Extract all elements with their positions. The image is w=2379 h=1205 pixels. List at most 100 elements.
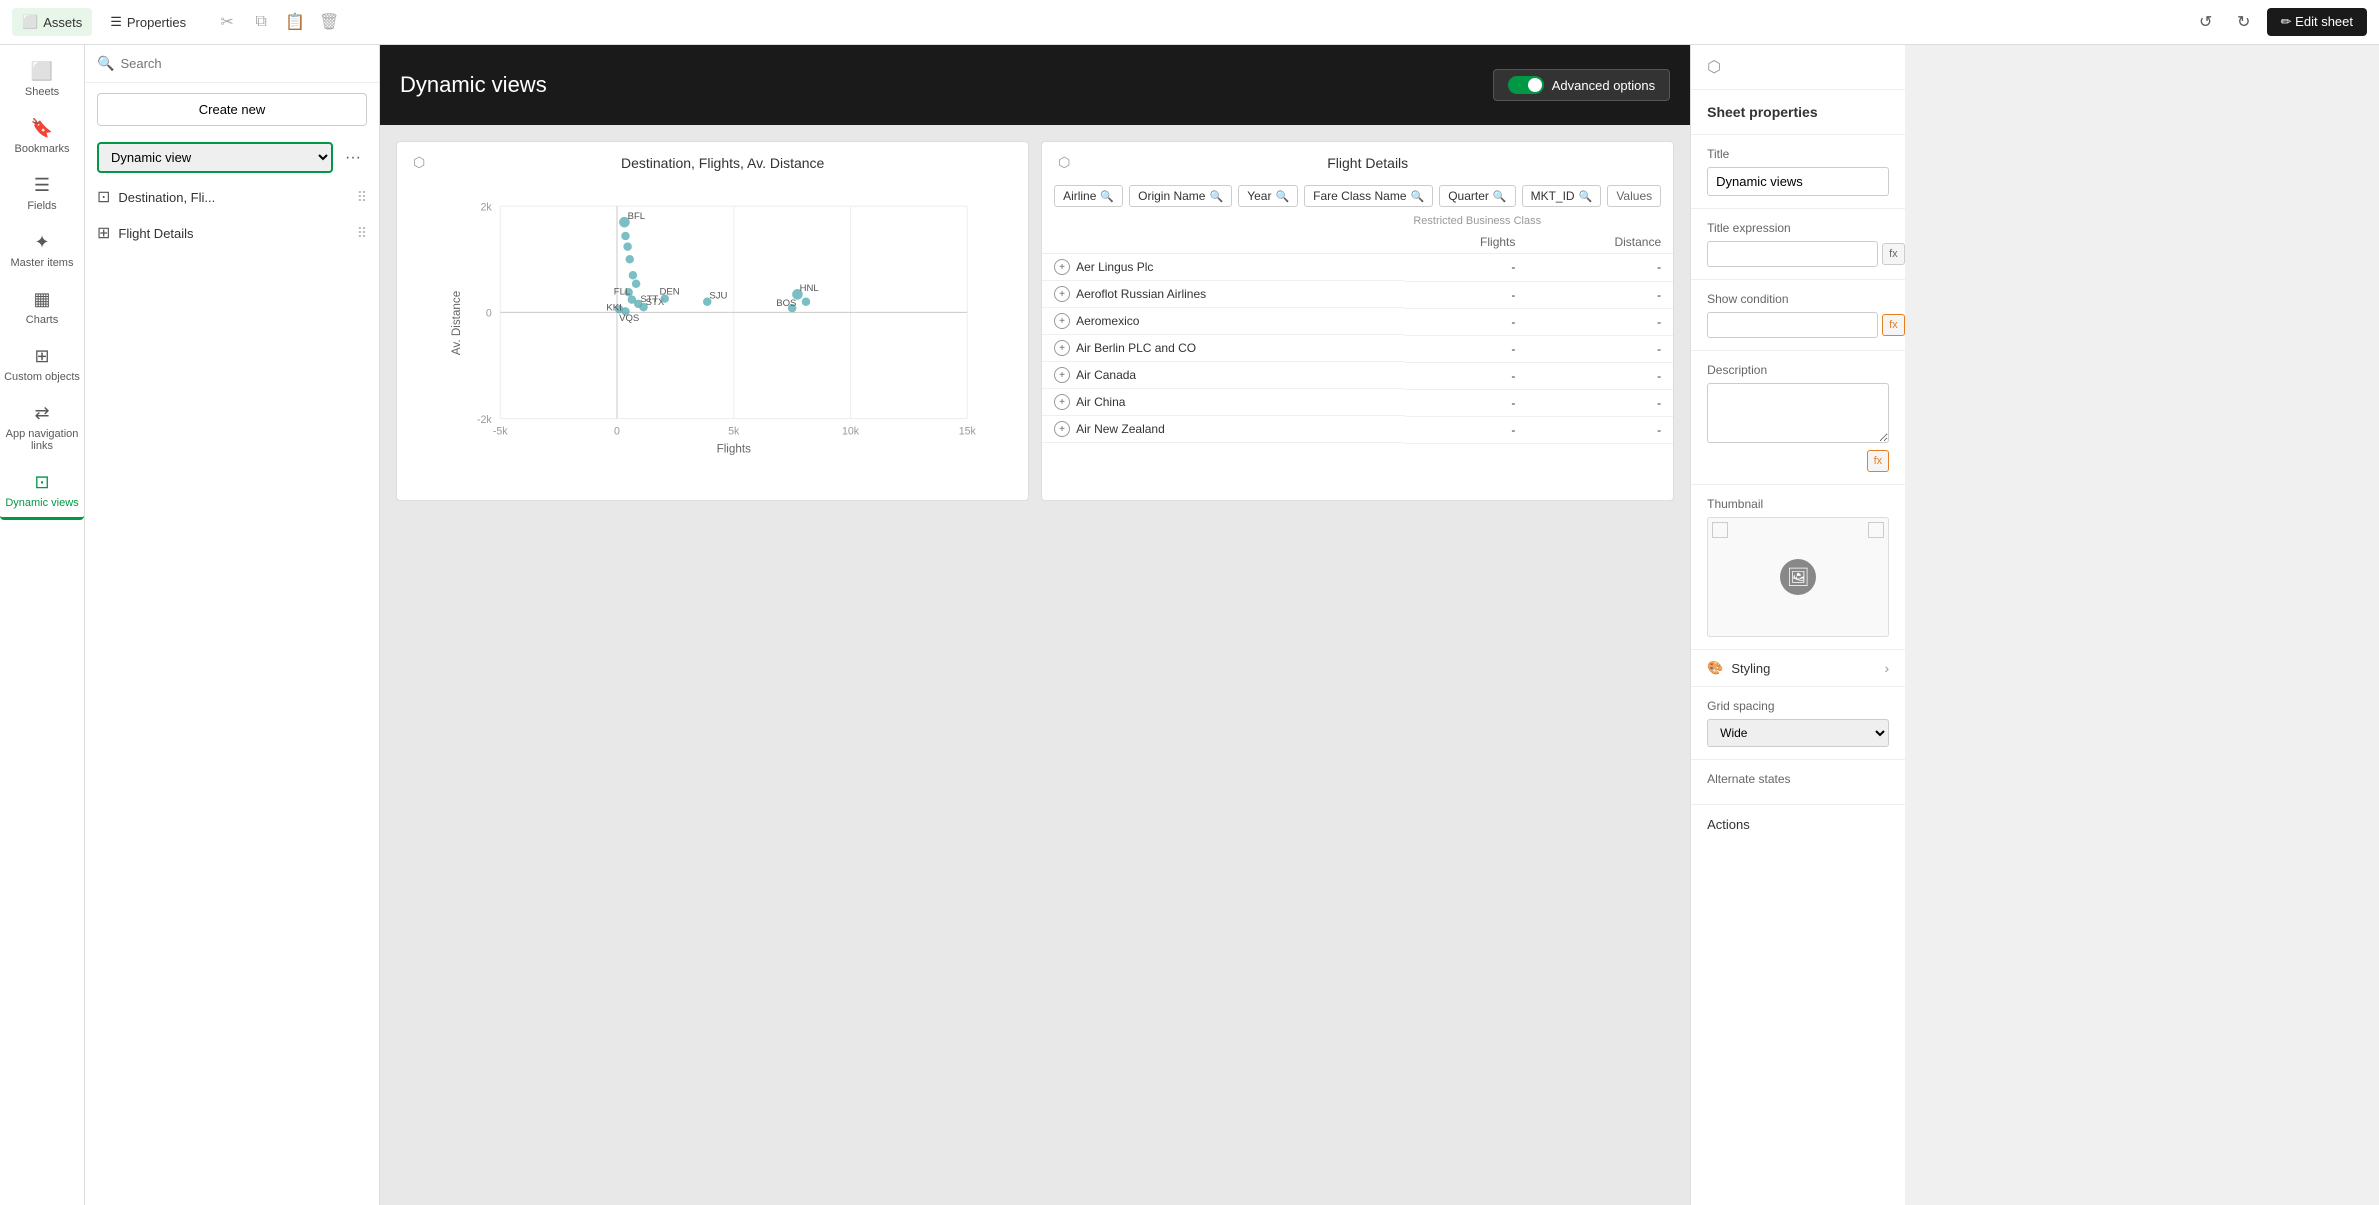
search-icon: 🔍 xyxy=(97,55,114,72)
flight-table-wrapper: Flights Distance + Aer Lingus Plc - - + … xyxy=(1042,231,1673,444)
search-bar: 🔍 xyxy=(85,45,379,83)
fare-class-label: Fare Class Name xyxy=(1313,189,1406,203)
table-row: + Air China - - xyxy=(1042,389,1673,416)
charts-grid: ⬡ Destination, Flights, Av. Distance xyxy=(396,141,1674,501)
right-panel: ⬡ Sheet properties Title Title expressio… xyxy=(1690,45,1905,1205)
assets-panel: 🔍 Create new Dynamic view ··· ⊡ Destinat… xyxy=(85,45,380,1205)
cut-button[interactable]: ✂ xyxy=(212,7,242,37)
distance-cell: - xyxy=(1527,254,1673,282)
thumbnail-upload-icon[interactable]: 🖼 xyxy=(1780,559,1816,595)
scatter-chart-area: 2k 0 -2k -5k 0 5k 10k 15k Flights xyxy=(397,177,1028,477)
quarter-search-icon: 🔍 xyxy=(1493,190,1507,203)
title-expression-section: Title expression fx xyxy=(1691,209,1905,280)
export-scatter-icon[interactable]: ⬡ xyxy=(413,154,425,171)
scatter-chart-svg: 2k 0 -2k -5k 0 5k 10k 15k Flights xyxy=(413,185,1012,461)
thumb-corner-tr xyxy=(1868,522,1884,538)
description-fx-button[interactable]: fx xyxy=(1867,450,1890,472)
actions-label: Actions xyxy=(1707,817,1750,832)
assets-icon: ⬜ xyxy=(22,14,38,30)
charts-icon: ▦ xyxy=(33,289,50,310)
airline-col-header xyxy=(1042,231,1405,254)
sidebar-item-custom-objects[interactable]: ⊞ Custom objects xyxy=(0,338,84,391)
values-chip: Values xyxy=(1607,185,1661,207)
advanced-options-toggle[interactable] xyxy=(1508,76,1544,94)
title-expression-fx-button[interactable]: fx xyxy=(1882,243,1905,265)
expand-icon[interactable]: + xyxy=(1054,340,1070,356)
create-new-button[interactable]: Create new xyxy=(97,93,367,126)
thumbnail-label: Thumbnail xyxy=(1707,497,1889,511)
scatter-chart-card: ⬡ Destination, Flights, Av. Distance xyxy=(396,141,1029,501)
sidebar-item-dynamic-views[interactable]: ⊡ Dynamic views xyxy=(0,464,84,520)
flights-cell: - xyxy=(1405,254,1527,282)
sidebar-item-fields[interactable]: ☰ Fields xyxy=(0,167,84,220)
show-condition-input[interactable] xyxy=(1707,312,1878,338)
expand-icon[interactable]: + xyxy=(1054,259,1070,275)
sheet-properties-header: Sheet properties xyxy=(1691,90,1905,135)
app-nav-icon: ⇄ xyxy=(34,403,49,424)
sidebar-label-bookmarks: Bookmarks xyxy=(14,143,69,155)
airline-name-cell: + Air Berlin PLC and CO xyxy=(1042,335,1405,362)
advanced-options-button[interactable]: Advanced options xyxy=(1493,69,1670,101)
paste-button[interactable]: 📋 xyxy=(280,7,310,37)
grid-spacing-label: Grid spacing xyxy=(1707,699,1889,713)
description-textarea[interactable] xyxy=(1707,383,1889,443)
sidebar-item-sheets[interactable]: ⬜ Sheets xyxy=(0,53,84,106)
filter-fare-class[interactable]: Fare Class Name 🔍 xyxy=(1304,185,1433,207)
expand-icon[interactable]: + xyxy=(1054,286,1070,302)
flights-col-header: Flights xyxy=(1405,231,1527,254)
filter-quarter[interactable]: Quarter 🔍 xyxy=(1439,185,1515,207)
sidebar-item-bookmarks[interactable]: 🔖 Bookmarks xyxy=(0,110,84,163)
sidebar-label-dynamic-views: Dynamic views xyxy=(5,497,78,509)
styling-row[interactable]: 🎨 Styling › xyxy=(1691,650,1905,687)
assets-label: Assets xyxy=(43,15,82,30)
search-input[interactable] xyxy=(120,56,367,71)
sidebar-label-app-nav: App navigation links xyxy=(4,428,80,452)
properties-tab[interactable]: ☰ Properties xyxy=(100,8,196,36)
filter-origin-name[interactable]: Origin Name 🔍 xyxy=(1129,185,1232,207)
flights-cell: - xyxy=(1405,416,1527,443)
more-options-button[interactable]: ··· xyxy=(339,144,367,172)
airline-name-cell: + Air Canada xyxy=(1042,362,1405,389)
distance-cell: - xyxy=(1527,416,1673,443)
svg-text:5k: 5k xyxy=(728,425,740,437)
expand-icon[interactable]: + xyxy=(1054,394,1070,410)
flight-table: Flights Distance + Aer Lingus Plc - - + … xyxy=(1042,231,1673,444)
origin-search-icon: 🔍 xyxy=(1209,190,1223,203)
filter-airline[interactable]: Airline 🔍 xyxy=(1054,185,1123,207)
flight-details-item-label: Flight Details xyxy=(118,226,348,241)
sidebar-item-app-nav[interactable]: ⇄ App navigation links xyxy=(0,395,84,460)
export-table-icon[interactable]: ⬡ xyxy=(1058,154,1070,171)
svg-text:BOS: BOS xyxy=(776,298,796,309)
title-expression-label: Title expression xyxy=(1707,221,1889,235)
filter-year[interactable]: Year 🔍 xyxy=(1238,185,1298,207)
grid-spacing-section: Grid spacing Wide Narrow Medium xyxy=(1691,687,1905,760)
description-label: Description xyxy=(1707,363,1889,377)
list-item-flight-details[interactable]: ⊞ Flight Details ⠿ xyxy=(85,215,379,251)
grid-spacing-select[interactable]: Wide Narrow Medium xyxy=(1707,719,1889,747)
assets-list: ⊡ Destination, Fli... ⠿ ⊞ Flight Details… xyxy=(85,179,379,1205)
copy-button[interactable]: ⧉ xyxy=(246,7,276,37)
show-condition-fx-button[interactable]: fx xyxy=(1882,314,1905,336)
sidebar-item-master-items[interactable]: ✦ Master items xyxy=(0,224,84,277)
svg-text:Flights: Flights xyxy=(717,443,752,456)
restricted-label: Restricted Business Class xyxy=(1042,215,1553,231)
thumb-corner-tl xyxy=(1712,522,1728,538)
thumbnail-area[interactable]: 🖼 xyxy=(1707,517,1889,637)
assets-tab[interactable]: ⬜ Assets xyxy=(12,8,92,36)
airline-search-icon: 🔍 xyxy=(1100,190,1114,203)
sidebar-item-charts[interactable]: ▦ Charts xyxy=(0,281,84,334)
view-type-dropdown[interactable]: Dynamic view xyxy=(97,142,333,173)
title-input[interactable] xyxy=(1707,167,1889,196)
title-expression-input[interactable] xyxy=(1707,241,1878,267)
year-search-icon: 🔍 xyxy=(1275,190,1289,203)
expand-icon[interactable]: + xyxy=(1054,367,1070,383)
airline-name-cell: + Aeromexico xyxy=(1042,308,1405,335)
filter-mkt-id[interactable]: MKT_ID 🔍 xyxy=(1522,185,1602,207)
mkt-id-label: MKT_ID xyxy=(1531,189,1575,203)
expand-icon[interactable]: + xyxy=(1054,313,1070,329)
flights-cell: - xyxy=(1405,362,1527,389)
expand-icon[interactable]: + xyxy=(1054,421,1070,437)
list-item-destination[interactable]: ⊡ Destination, Fli... ⠿ xyxy=(85,179,379,215)
flights-cell: - xyxy=(1405,308,1527,335)
delete-button[interactable]: 🗑 xyxy=(314,7,344,37)
